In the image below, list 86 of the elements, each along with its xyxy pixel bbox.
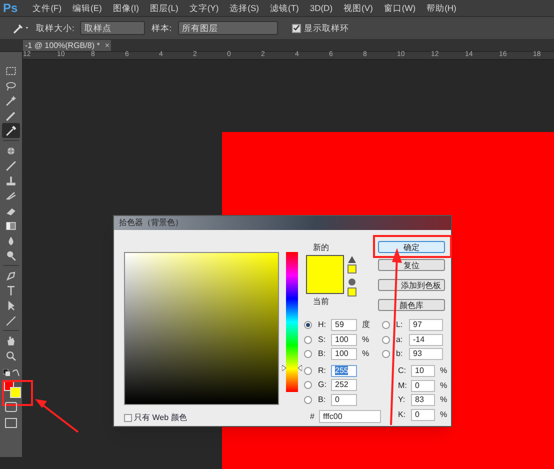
field-label: B: xyxy=(318,394,326,406)
radio-button[interactable] xyxy=(304,336,312,344)
input-field[interactable]: 0 xyxy=(331,394,357,406)
hash-label: # xyxy=(310,411,314,423)
menu-item[interactable]: 滤镜(T) xyxy=(270,2,299,14)
radio-button[interactable] xyxy=(304,321,312,329)
eyedropper-icon[interactable] xyxy=(2,123,20,138)
new-label: 新的 xyxy=(313,242,329,254)
radio-button[interactable] xyxy=(382,336,390,344)
dialog-button[interactable]: 确定 xyxy=(378,241,445,253)
color-field[interactable] xyxy=(124,252,279,405)
menu-item[interactable]: 窗口(W) xyxy=(384,2,416,14)
sample-size-label: 取样大小: xyxy=(36,22,74,34)
checkbox-label: 只有 Web 颜色 xyxy=(134,412,187,424)
input-field[interactable]: 59 xyxy=(331,319,357,331)
checkbox[interactable] xyxy=(292,24,301,32)
default-colors-icon[interactable] xyxy=(3,369,10,376)
field-label: S: xyxy=(318,334,326,346)
slider-handle[interactable] xyxy=(282,364,302,371)
checkbox-label: 显示取样环 xyxy=(304,22,349,34)
radio-button[interactable] xyxy=(382,321,390,329)
radio-button[interactable] xyxy=(304,396,312,404)
input-field[interactable]: 100 xyxy=(331,348,357,360)
unit-label: 度 xyxy=(362,319,370,331)
input-field[interactable]: 255 xyxy=(331,364,357,376)
document-tab[interactable]: -1 @ 100%(RGB/8) * × xyxy=(23,40,112,51)
close-icon[interactable]: × xyxy=(104,40,110,52)
input-field[interactable]: 0 xyxy=(411,408,435,420)
dialog-button[interactable]: 颜色库 xyxy=(378,299,445,311)
unit-label: % xyxy=(440,394,448,406)
dialog-title: 拾色器（背景色） xyxy=(119,217,183,229)
highlight-box xyxy=(2,380,33,406)
web-cube-icon xyxy=(347,278,357,297)
dialog-button[interactable]: 添加到色板 xyxy=(378,279,445,291)
menu-item[interactable]: 3D(D) xyxy=(310,2,333,14)
field-label: K: xyxy=(398,408,406,420)
screen-mode-icon[interactable] xyxy=(5,418,17,428)
field-label: b: xyxy=(396,348,403,360)
annotation-arrow xyxy=(35,399,79,433)
field-label: a: xyxy=(396,334,403,346)
input-field[interactable]: 100 xyxy=(331,334,357,346)
field-label: G: xyxy=(318,379,326,391)
field-label: L: xyxy=(396,319,403,331)
unit-label: % xyxy=(440,380,448,392)
checkbox[interactable] xyxy=(124,414,132,422)
unit-label: % xyxy=(440,365,448,377)
menu-item[interactable]: 帮助(H) xyxy=(426,2,456,14)
menu-item[interactable]: 编辑(E) xyxy=(72,2,102,14)
sample-dropdown[interactable]: 所有图层 xyxy=(178,21,278,35)
menu-item[interactable]: 图层(L) xyxy=(150,2,178,14)
input-field[interactable]: 252 xyxy=(331,379,357,391)
app-logo: Ps xyxy=(3,0,18,17)
field-label: Y: xyxy=(398,394,406,406)
background-swatch[interactable] xyxy=(10,387,21,398)
menu-item[interactable]: 文字(Y) xyxy=(189,2,219,14)
mask-icon[interactable] xyxy=(5,402,17,412)
menu-item[interactable]: 视图(V) xyxy=(344,2,373,14)
input-field[interactable]: -14 xyxy=(409,334,443,346)
field-label: M: xyxy=(398,380,407,392)
input-field[interactable]: 83 xyxy=(411,394,435,406)
input-field[interactable]: 93 xyxy=(409,348,443,360)
swap-arrow-icon[interactable] xyxy=(12,369,20,377)
dialog-button[interactable]: 复位 xyxy=(378,259,445,271)
field-label: R: xyxy=(318,364,326,376)
field-label: H: xyxy=(318,319,326,331)
radio-button[interactable] xyxy=(304,381,312,389)
unit-label: % xyxy=(362,334,370,346)
hue-slider[interactable] xyxy=(282,252,302,392)
sample-size-dropdown[interactable]: 取样点 xyxy=(80,21,146,35)
input-field[interactable]: 97 xyxy=(409,319,443,331)
unit-label: % xyxy=(440,408,448,420)
field-label: B: xyxy=(318,348,326,360)
radio-button[interactable] xyxy=(304,366,312,374)
field-label: C: xyxy=(398,365,406,377)
input-field[interactable]: 10 xyxy=(411,365,435,377)
gamut-warning-icon xyxy=(347,256,357,274)
menu-item[interactable]: 选择(S) xyxy=(230,2,259,14)
menu-item[interactable]: 文件(F) xyxy=(32,2,62,14)
unit-label: % xyxy=(362,348,370,360)
hex-field[interactable]: fffc00 xyxy=(319,410,381,423)
radio-button[interactable] xyxy=(304,350,312,358)
current-label: 当前 xyxy=(313,296,329,308)
sample-label: 样本: xyxy=(151,22,172,34)
menu-item[interactable]: 图像(I) xyxy=(112,2,139,14)
radio-button[interactable] xyxy=(382,350,390,358)
input-field[interactable]: 0 xyxy=(411,380,435,392)
